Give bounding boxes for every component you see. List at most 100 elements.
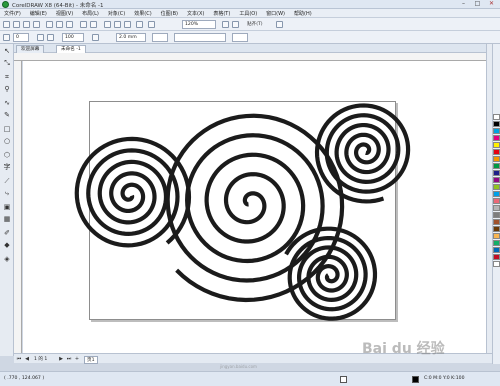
eyedropper-icon[interactable]: ✐ <box>2 228 12 238</box>
transparency-icon[interactable]: ▦ <box>2 214 12 224</box>
redo-icon[interactable] <box>90 21 97 28</box>
swatch-red[interactable] <box>493 149 500 155</box>
cut-icon[interactable] <box>46 21 53 28</box>
pick-tool-icon[interactable]: ↖ <box>2 46 12 56</box>
export-icon[interactable] <box>124 21 131 28</box>
close-icon[interactable]: ✕ <box>485 0 498 8</box>
connector-tool-icon[interactable]: ⤷ <box>2 188 12 198</box>
swatch-darkbrown[interactable] <box>493 226 500 232</box>
prev-page-icon[interactable]: ◀ <box>24 356 30 362</box>
menu-table[interactable]: 表格(T) <box>213 10 230 17</box>
maximize-icon[interactable]: □ <box>471 0 484 8</box>
tab-untitled-1[interactable]: 未命名 -1 <box>56 45 86 53</box>
swatch-magenta[interactable] <box>493 135 500 141</box>
first-page-icon[interactable]: ⏮ <box>16 356 22 362</box>
line-style-select[interactable] <box>174 33 226 42</box>
freehand-tool-icon[interactable]: ∿ <box>2 98 12 108</box>
zoom-level-field[interactable]: 120% <box>182 20 216 29</box>
tab-welcome-screen[interactable]: 欢迎屏幕 <box>16 45 45 53</box>
options-gear-icon[interactable] <box>276 21 283 28</box>
fill-none-indicator[interactable] <box>340 376 347 383</box>
last-page-icon[interactable]: ⏭ <box>66 356 72 362</box>
menu-view[interactable]: 视图(V) <box>56 10 73 17</box>
spiral-top-right[interactable] <box>314 103 411 204</box>
open-icon[interactable] <box>13 21 20 28</box>
vertical-ruler[interactable] <box>14 61 22 353</box>
swatch-purple[interactable] <box>493 177 500 183</box>
polygon-tool-icon[interactable]: ⬡ <box>2 150 12 160</box>
menu-window[interactable]: 窗口(W) <box>266 10 285 17</box>
minimize-icon[interactable]: – <box>457 0 470 8</box>
menu-text[interactable]: 文本(X) <box>187 10 204 17</box>
search-content-icon[interactable] <box>104 21 111 28</box>
snap-to-dropdown[interactable]: 贴齐(T) <box>247 21 263 27</box>
to-curve-icon[interactable] <box>92 34 99 41</box>
parallel-dimension-icon[interactable]: ⟋ <box>2 176 12 186</box>
publish-pdf-icon[interactable] <box>136 21 143 28</box>
menu-bitmaps[interactable]: 位图(B) <box>161 10 178 17</box>
swatch-orange[interactable] <box>493 156 500 162</box>
mirror-horizontal-icon[interactable] <box>37 34 44 41</box>
menu-effects[interactable]: 效果(C) <box>134 10 151 17</box>
smart-fill-icon[interactable]: ◈ <box>2 254 12 264</box>
spiral-artwork[interactable] <box>23 61 486 353</box>
artistic-media-icon[interactable]: ✎ <box>2 110 12 120</box>
swatch-blue[interactable] <box>493 170 500 176</box>
object-origin-icon[interactable] <box>3 34 10 41</box>
swatch-brown[interactable] <box>493 219 500 225</box>
swatch-white-2[interactable] <box>493 261 500 267</box>
swatch-gray[interactable] <box>493 205 500 211</box>
swatch-crimson[interactable] <box>493 254 500 260</box>
rectangle-tool-icon[interactable]: □ <box>2 124 12 134</box>
standard-toolbar: 120% 贴齐(T) <box>0 18 500 31</box>
import-icon[interactable] <box>114 21 121 28</box>
swatch-pink[interactable] <box>493 198 500 204</box>
drawing-canvas[interactable] <box>23 61 486 353</box>
add-page-icon[interactable]: + <box>74 356 80 362</box>
horizontal-ruler[interactable] <box>14 53 486 61</box>
swatch-navy[interactable] <box>493 247 500 253</box>
swatch-darkgray[interactable] <box>493 212 500 218</box>
application-launcher-icon[interactable] <box>148 21 155 28</box>
swatch-sky[interactable] <box>493 191 500 197</box>
swatch-black[interactable] <box>493 121 500 127</box>
next-page-icon[interactable]: ▶ <box>58 356 64 362</box>
end-arrowhead-select[interactable] <box>232 33 248 42</box>
shape-tool-icon[interactable]: ⤡ <box>2 58 12 68</box>
swatch-yellow[interactable] <box>493 142 500 148</box>
menu-object[interactable]: 对象(C) <box>108 10 125 17</box>
crop-tool-icon[interactable]: ⌗ <box>2 72 12 82</box>
swatch-tan[interactable] <box>493 233 500 239</box>
outline-width-field[interactable]: 2.0 mm <box>116 33 146 42</box>
ellipse-tool-icon[interactable]: ○ <box>2 136 12 146</box>
menu-edit[interactable]: 编辑(E) <box>30 10 47 17</box>
swatch-cyan[interactable] <box>493 128 500 134</box>
start-arrowhead-select[interactable] <box>152 33 168 42</box>
x-position-field[interactable]: 0 <box>13 33 29 42</box>
show-rulers-icon[interactable] <box>232 21 239 28</box>
undo-icon[interactable] <box>80 21 87 28</box>
menu-layout[interactable]: 布局(L) <box>82 10 99 17</box>
text-tool-icon[interactable]: 字 <box>2 162 12 172</box>
spiral-bottom-right[interactable] <box>284 226 378 321</box>
swatch-green[interactable] <box>493 163 500 169</box>
swatch-lime[interactable] <box>493 184 500 190</box>
rotation-field[interactable]: 100 <box>62 33 84 42</box>
menu-file[interactable]: 文件(F) <box>4 10 21 17</box>
copy-icon[interactable] <box>56 21 63 28</box>
page-1-tab[interactable]: 页1 <box>84 356 98 364</box>
interactive-fill-icon[interactable]: ◆ <box>2 240 12 250</box>
full-screen-icon[interactable] <box>222 21 229 28</box>
menu-help[interactable]: 帮助(H) <box>294 10 312 17</box>
swatch-white[interactable] <box>493 114 500 120</box>
drop-shadow-icon[interactable]: ▣ <box>2 202 12 212</box>
new-document-icon[interactable] <box>3 21 10 28</box>
outline-color-indicator[interactable] <box>412 376 419 383</box>
zoom-tool-icon[interactable]: ⚲ <box>2 84 12 94</box>
mirror-vertical-icon[interactable] <box>47 34 54 41</box>
save-icon[interactable] <box>23 21 30 28</box>
print-icon[interactable] <box>33 21 40 28</box>
paste-icon[interactable] <box>66 21 73 28</box>
swatch-emerald[interactable] <box>493 240 500 246</box>
menu-tools[interactable]: 工具(O) <box>239 10 257 17</box>
